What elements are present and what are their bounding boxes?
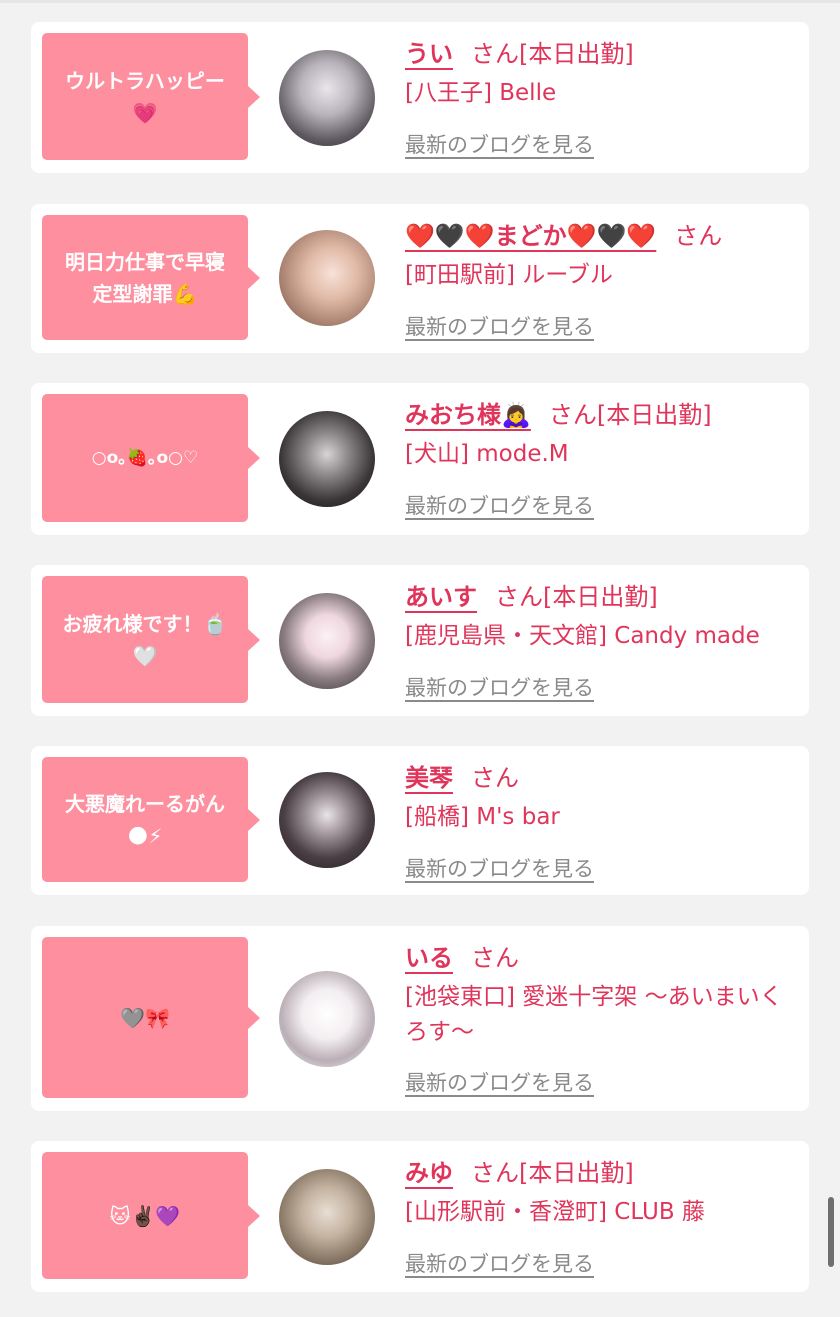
girl-name-link[interactable]: うい: [405, 40, 453, 68]
girl-name-link[interactable]: 美琴: [405, 764, 453, 792]
girl-name-link[interactable]: ❤️🖤❤️まどか❤️🖤❤️: [405, 222, 656, 250]
latest-blog-link[interactable]: 最新のブログを見る: [405, 490, 594, 520]
latest-blog-link[interactable]: 最新のブログを見る: [405, 672, 594, 702]
name-row: 美琴 さん: [405, 760, 795, 796]
message-text: 🩶🎀: [120, 1005, 170, 1030]
list-item[interactable]: 🩶🎀 いる さん [池袋東口] 愛迷十字架 〜あいまいくろす〜 最新のブログを見る: [31, 926, 809, 1111]
list-item[interactable]: ○o｡🍓｡o○♡ みおち様🙇‍♀️ さん[本日出勤] [犬山] mode.M 最新…: [31, 383, 809, 535]
name-suffix: さん[本日出勤]: [495, 583, 658, 611]
avatar[interactable]: [279, 411, 375, 507]
profile-info: みゆ さん[本日出勤] [山形駅前・香澄町] CLUB 藤 最新のブログを見る: [405, 1155, 795, 1278]
name-row: みおち様🙇‍♀️ さん[本日出勤]: [405, 397, 795, 433]
name-suffix: さん: [471, 944, 519, 972]
message-bubble: 大悪魔れーるがん 🌑⚡: [42, 757, 260, 882]
avatar[interactable]: [279, 971, 375, 1067]
name-suffix: さん: [471, 764, 519, 792]
message-bubble: 🐱✌🏿💜: [42, 1152, 260, 1279]
list-item[interactable]: 明日力仕事で早寝 定型謝罪💪 ❤️🖤❤️まどか❤️🖤❤️ さん [町田駅前] ルー…: [31, 204, 809, 353]
latest-blog-link[interactable]: 最新のブログを見る: [405, 1248, 594, 1278]
shop-label: [山形駅前・香澄町] CLUB 藤: [405, 1199, 705, 1225]
name-row: うい さん[本日出勤]: [405, 36, 795, 72]
girl-name-link[interactable]: みおち様🙇‍♀️: [405, 401, 531, 429]
shop-label: [船橋] M's bar: [405, 804, 560, 830]
name-row: ❤️🖤❤️まどか❤️🖤❤️ さん: [405, 218, 795, 254]
profile-info: 美琴 さん [船橋] M's bar 最新のブログを見る: [405, 760, 795, 883]
profile-info: ❤️🖤❤️まどか❤️🖤❤️ さん [町田駅前] ルーブル 最新のブログを見る: [405, 218, 795, 341]
profile-info: いる さん [池袋東口] 愛迷十字架 〜あいまいくろす〜 最新のブログを見る: [405, 940, 795, 1097]
message-bubble: ○o｡🍓｡o○♡: [42, 394, 260, 522]
name-suffix: さん: [674, 222, 723, 250]
list-item[interactable]: ウルトラハッピー 💗 うい さん[本日出勤] [八王子] Belle 最新のブログ…: [31, 22, 809, 173]
girl-name-link[interactable]: あいす: [405, 583, 477, 611]
name-suffix: さん[本日出勤]: [471, 1159, 634, 1187]
avatar[interactable]: [279, 1169, 375, 1265]
message-text: 🐱✌🏿💜: [109, 1203, 181, 1228]
name-suffix: さん[本日出勤]: [548, 401, 712, 429]
shop-label: [鹿児島県・天文館] Candy made: [405, 623, 760, 649]
message-bubble: 明日力仕事で早寝 定型謝罪💪: [42, 215, 260, 340]
shop-label: [町田駅前] ルーブル: [405, 262, 613, 288]
message-text: ○o｡🍓｡o○♡: [91, 448, 199, 468]
profile-info: あいす さん[本日出勤] [鹿児島県・天文館] Candy made 最新のブログ…: [405, 579, 795, 702]
profile-info: うい さん[本日出勤] [八王子] Belle 最新のブログを見る: [405, 36, 795, 159]
shop-label: [八王子] Belle: [405, 80, 557, 106]
scrollbar[interactable]: [828, 1197, 834, 1267]
avatar[interactable]: [279, 50, 375, 146]
shop-label: [犬山] mode.M: [405, 441, 569, 467]
message-bubble: ウルトラハッピー 💗: [42, 33, 260, 160]
name-suffix: さん[本日出勤]: [471, 40, 634, 68]
message-text: お疲れ様です！🍵 🤍: [62, 611, 228, 668]
name-row: いる さん: [405, 940, 795, 976]
message-bubble: お疲れ様です！🍵 🤍: [42, 576, 260, 703]
avatar[interactable]: [279, 593, 375, 689]
name-row: あいす さん[本日出勤]: [405, 579, 795, 615]
latest-blog-link[interactable]: 最新のブログを見る: [405, 853, 594, 883]
latest-blog-link[interactable]: 最新のブログを見る: [405, 129, 594, 159]
avatar[interactable]: [279, 230, 375, 326]
girl-name-link[interactable]: みゆ: [405, 1159, 453, 1187]
message-bubble: 🩶🎀: [42, 937, 260, 1098]
list-item[interactable]: お疲れ様です！🍵 🤍 あいす さん[本日出勤] [鹿児島県・天文館] Candy …: [31, 565, 809, 716]
message-text: 明日力仕事で早寝 定型謝罪💪: [65, 249, 225, 306]
avatar[interactable]: [279, 772, 375, 868]
list-item[interactable]: 🐱✌🏿💜 みゆ さん[本日出勤] [山形駅前・香澄町] CLUB 藤 最新のブログ…: [31, 1141, 809, 1292]
profile-info: みおち様🙇‍♀️ さん[本日出勤] [犬山] mode.M 最新のブログを見る: [405, 397, 795, 520]
girl-name-link[interactable]: いる: [405, 944, 453, 972]
latest-blog-link[interactable]: 最新のブログを見る: [405, 1067, 594, 1097]
shop-label: [池袋東口] 愛迷十字架 〜あいまいくろす〜: [405, 984, 783, 1045]
list-item[interactable]: 大悪魔れーるがん 🌑⚡ 美琴 さん [船橋] M's bar 最新のブログを見る: [31, 746, 809, 895]
top-divider: [0, 0, 840, 3]
name-row: みゆ さん[本日出勤]: [405, 1155, 795, 1191]
latest-blog-link[interactable]: 最新のブログを見る: [405, 311, 594, 341]
message-text: 大悪魔れーるがん 🌑⚡: [65, 791, 225, 848]
message-text: ウルトラハッピー 💗: [65, 68, 225, 125]
